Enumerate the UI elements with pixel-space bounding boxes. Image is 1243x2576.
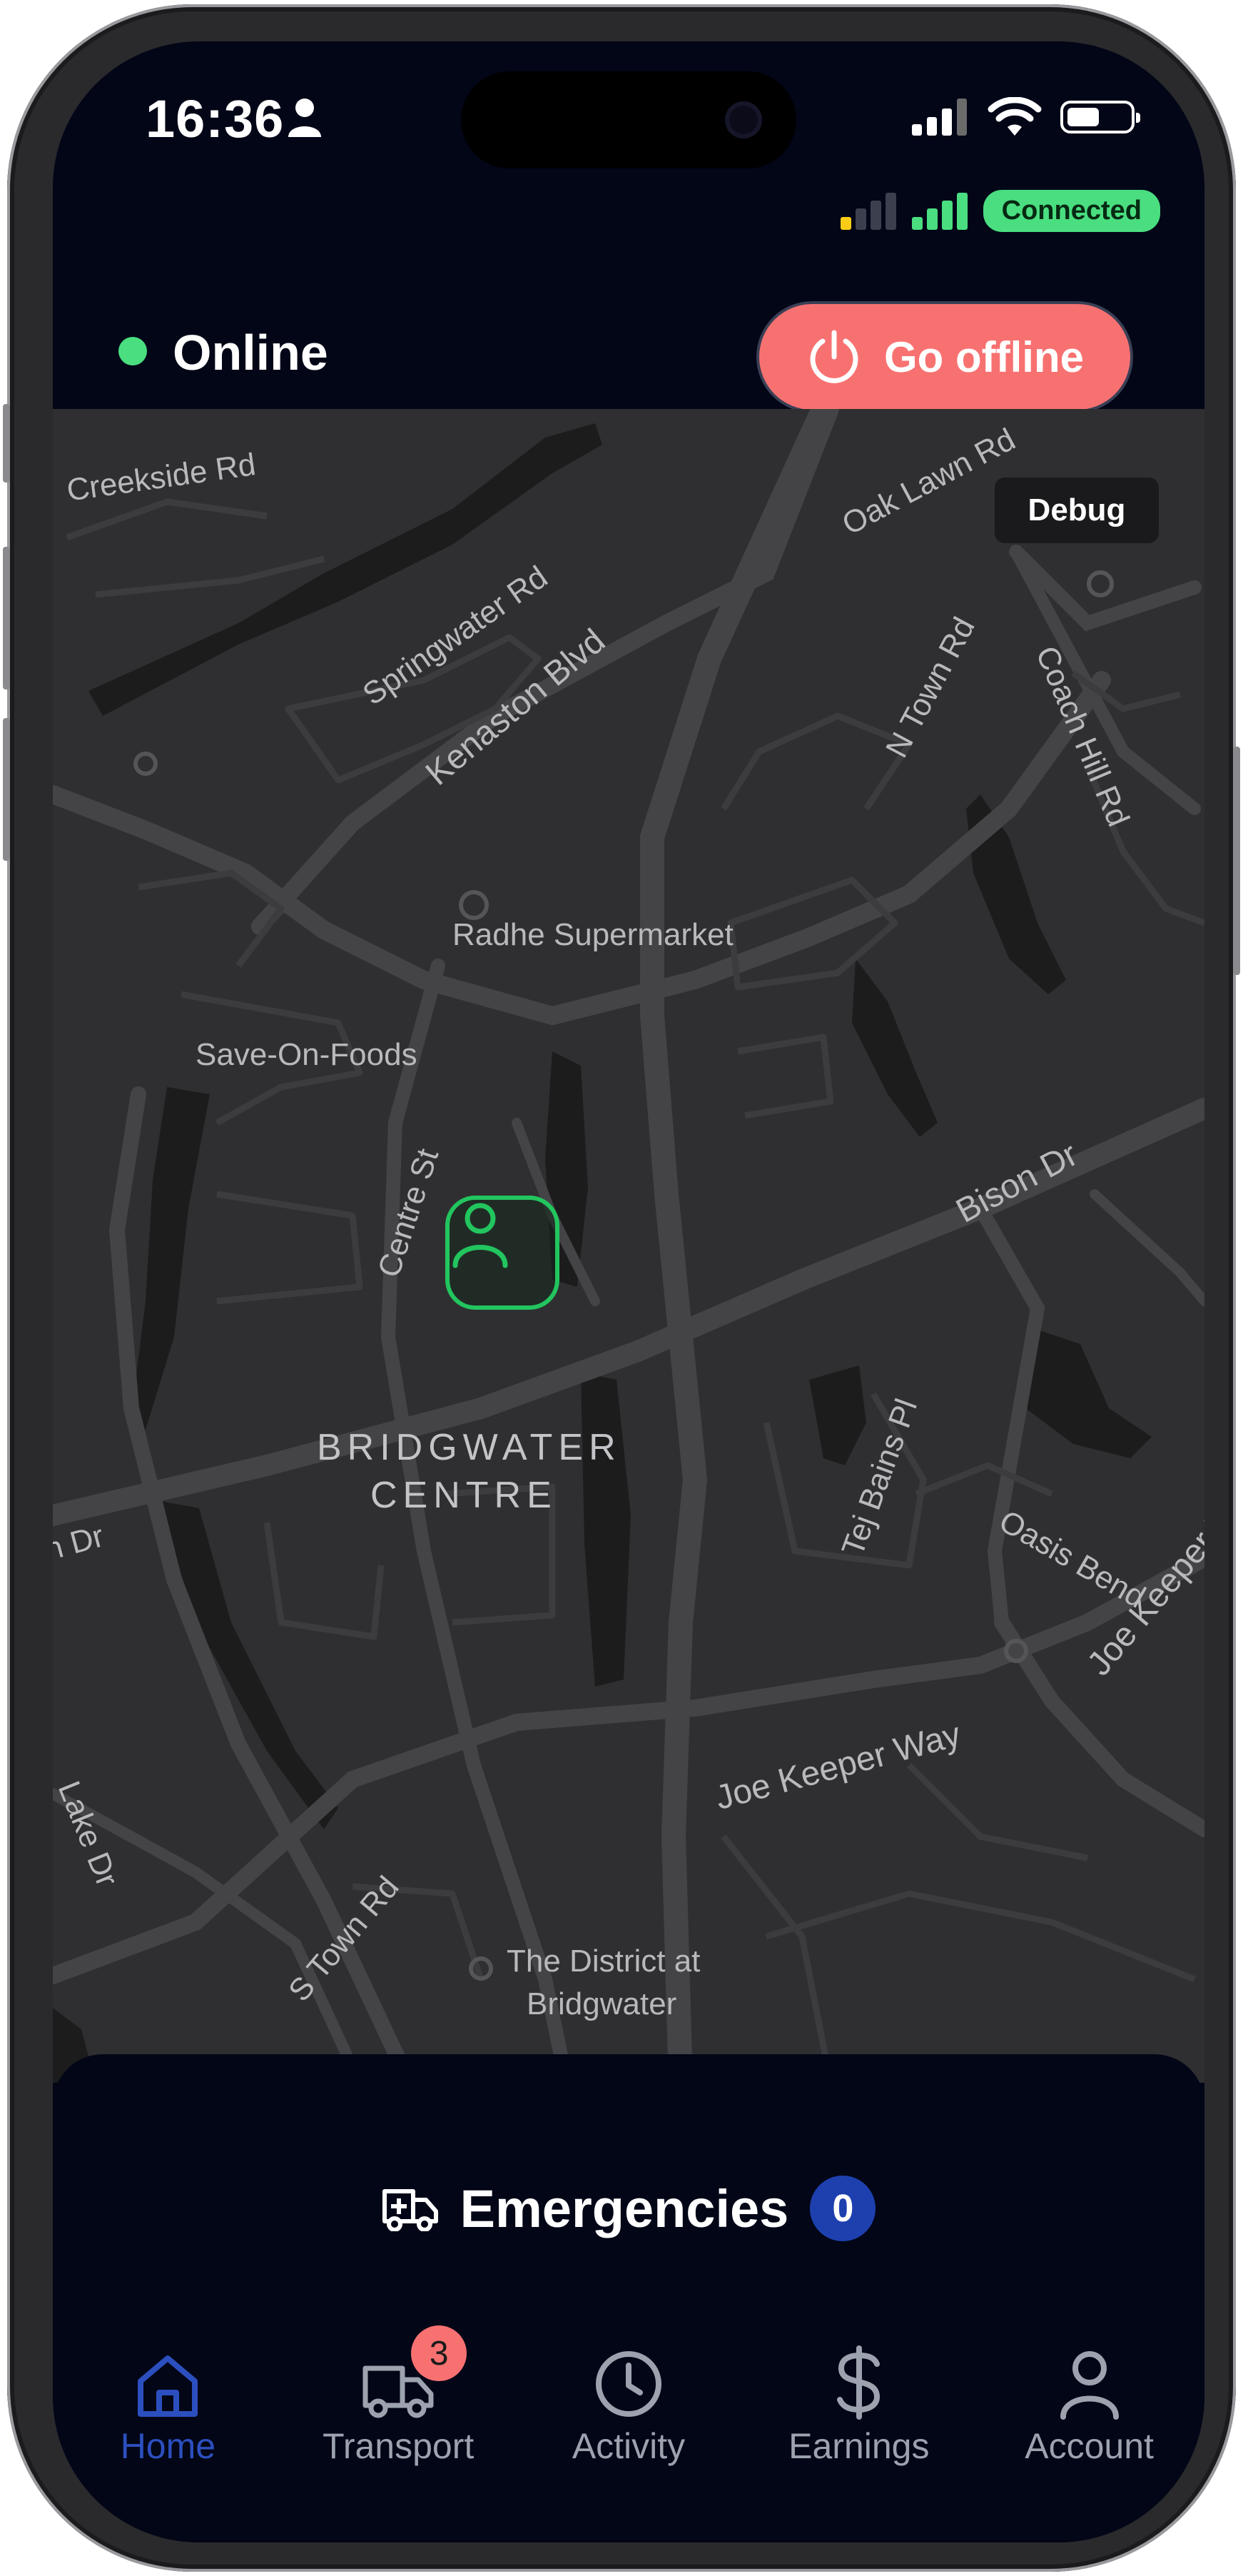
connected-badge: Connected [983, 190, 1160, 232]
power-button [1233, 747, 1240, 975]
poi-label: Bridgwater [527, 1986, 677, 2021]
tab-account[interactable]: Account [974, 2334, 1204, 2477]
location-marker[interactable] [445, 1196, 559, 1310]
dynamic-island [461, 71, 796, 168]
tab-label: Earnings [788, 2426, 930, 2466]
network-signal-icon [911, 192, 968, 230]
map-view[interactable]: Debug Creekside Rd Springwater Rd Kenast… [53, 409, 1204, 2083]
transport-badge: 3 [411, 2325, 467, 2381]
go-offline-button[interactable]: Go offline [759, 304, 1130, 410]
tab-transport[interactable]: 3 Transport [283, 2325, 514, 2477]
emergencies-label: Emergencies [460, 2178, 789, 2238]
power-icon [810, 330, 858, 383]
poi-label: Save-On-Foods [196, 1037, 417, 1072]
connection-row: Connected [840, 190, 1160, 232]
volume-up-button [3, 547, 10, 690]
mute-switch [3, 404, 10, 483]
emergencies-header[interactable]: Emergencies 0 [53, 2176, 1204, 2241]
tab-label: Account [1025, 2426, 1154, 2466]
tab-earnings[interactable]: Earnings [744, 2334, 974, 2477]
poi-label: The District at [507, 1944, 701, 1979]
tab-activity[interactable]: Activity [514, 2334, 744, 2477]
screen: 16:36 Connected Online Go offline Debug … [53, 41, 1204, 2542]
tab-bar: Home 3 Transport Activity Earnings Accou… [53, 2325, 1204, 2477]
volume-down-button [3, 718, 10, 861]
online-status-label: Online [173, 325, 328, 380]
debug-button[interactable]: Debug [995, 478, 1159, 543]
area-label: CENTRE [370, 1475, 557, 1516]
tab-label: Activity [572, 2426, 686, 2466]
poi-label: Radhe Supermarket [452, 917, 734, 952]
cellular-signal-icon [912, 99, 967, 136]
emergencies-count-badge: 0 [810, 2176, 876, 2241]
status-time: 16:36 [146, 89, 285, 148]
tab-home[interactable]: Home [53, 2334, 283, 2477]
wifi-icon [988, 97, 1042, 136]
gps-signal-icon [840, 192, 896, 230]
battery-icon [1060, 101, 1140, 133]
phone-frame: 16:36 Connected Online Go offline Debug … [3, 4, 1240, 2572]
status-right [912, 97, 1140, 137]
dollar-icon [836, 2345, 880, 2420]
status-bar: 16:36 [53, 41, 1204, 198]
user-icon [1060, 2351, 1119, 2420]
online-indicator-dot [118, 337, 147, 365]
bottom-sheet: Emergencies 0 Home 3 Transport Activity … [53, 2054, 1204, 2542]
tab-label: Home [120, 2426, 216, 2466]
ambulance-icon [382, 2189, 438, 2231]
person-icon [288, 99, 321, 137]
clock-icon [595, 2351, 661, 2417]
go-offline-label: Go offline [884, 333, 1084, 381]
tab-label: Transport [323, 2426, 475, 2466]
camera-icon [725, 101, 762, 138]
online-status-row: Online Go offline [53, 277, 1204, 413]
home-icon [138, 2355, 198, 2417]
area-label: BRIDGWATER [317, 1427, 622, 1468]
user-location-icon [452, 1203, 508, 1268]
